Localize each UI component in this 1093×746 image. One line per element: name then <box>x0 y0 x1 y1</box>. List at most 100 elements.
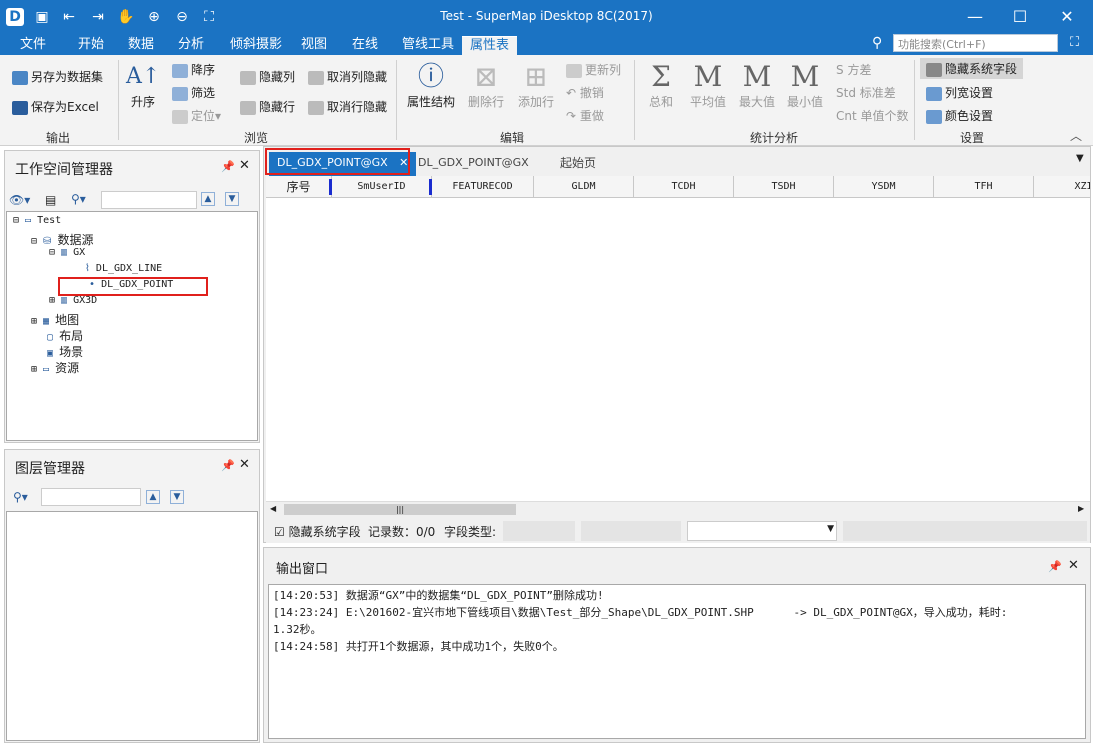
maximize-button[interactable]: ☐ <box>1005 6 1035 28</box>
tree-node-datasources[interactable]: ⊟ ⛁ 数据源 <box>31 231 93 248</box>
output-log: [14:20:53] 数据源“GX”中的数据集“DL_GDX_POINT”删除成… <box>268 584 1086 739</box>
tree-node-workspace[interactable]: ⊟ ▭ Test <box>13 215 61 226</box>
sigma-icon: Σ <box>651 60 671 93</box>
unhide-column-button[interactable]: 取消列隐藏 <box>308 68 387 85</box>
column-header[interactable]: TCDH <box>634 176 734 197</box>
sort-desc-button[interactable]: 降序 <box>172 61 215 78</box>
min-icon: M <box>790 60 820 93</box>
locate-button[interactable]: 定位▾ <box>172 107 221 124</box>
highlight-box <box>265 148 410 175</box>
status-cell <box>581 521 681 541</box>
tab-online[interactable]: 在线 <box>344 36 386 55</box>
tab-attribute-table[interactable]: 属性表 <box>462 36 518 55</box>
collapse-ribbon-icon[interactable]: ︿ <box>1070 127 1082 144</box>
arrow-down-icon[interactable]: ▼ <box>170 490 184 504</box>
close-panel-icon[interactable]: ✕ <box>239 457 250 472</box>
line-dataset-icon: ⌇ <box>85 263 90 274</box>
hide-column-button[interactable]: 隐藏列 <box>240 68 295 85</box>
pin-icon[interactable]: 📌 <box>221 459 235 472</box>
close-panel-icon[interactable]: ✕ <box>239 158 250 173</box>
function-search-input[interactable]: 功能搜索(Ctrl+F) <box>893 34 1058 52</box>
column-header[interactable]: SmUserID <box>332 176 432 197</box>
max-icon: M <box>742 60 772 93</box>
arrow-down-icon[interactable]: ▼ <box>225 192 239 206</box>
column-header[interactable]: GLDM <box>534 176 634 197</box>
hide-system-fields-checkbox[interactable]: ☑ 隐藏系统字段 <box>274 523 361 540</box>
delete-row-button[interactable]: ⊠ 删除行 <box>464 61 508 110</box>
locate-icon <box>172 109 188 124</box>
variance-button[interactable]: S 方差 <box>836 61 871 78</box>
add-row-button[interactable]: ⊞ 添加行 <box>514 61 558 110</box>
redo-button[interactable]: ↷ 重做 <box>566 107 604 124</box>
search-dropdown-icon[interactable]: ⚲▾ <box>71 192 86 206</box>
scroll-left-icon[interactable]: ◀ <box>270 504 276 513</box>
color-settings-button[interactable]: 颜色设置 <box>926 107 993 124</box>
column-header[interactable]: 序号 <box>266 176 332 197</box>
minimize-button[interactable]: — <box>960 6 990 28</box>
save-as-excel-button[interactable]: 保存为Excel <box>12 98 99 115</box>
tree-node-resources[interactable]: ⊞ ▭ 资源 <box>31 359 79 376</box>
pin-icon[interactable]: 📌 <box>1048 560 1062 573</box>
min-button[interactable]: M 最小值 <box>784 61 826 110</box>
unhide-row-button[interactable]: 取消行隐藏 <box>308 98 387 115</box>
sum-button[interactable]: Σ 总和 <box>642 61 680 110</box>
pin-icon[interactable]: 📌 <box>221 160 235 173</box>
tab-view[interactable]: 视图 <box>293 36 335 55</box>
color-icon <box>926 109 942 124</box>
tree-node-gx3d[interactable]: ⊞ ▥ GX3D <box>49 295 97 306</box>
column-header[interactable]: TFH <box>934 176 1034 197</box>
doc-tab-2[interactable]: DL_GDX_POINT@GX <box>410 152 537 176</box>
horizontal-scrollbar[interactable]: ◀ ||| ▶ <box>266 501 1090 517</box>
tree-node-scenes[interactable]: ▣ 场景 <box>47 343 83 360</box>
ribbon: 另存为数据集 保存为Excel 输出 A↑ 升序 降序 筛选 定位▾ 隐藏列 取消… <box>0 55 1093 146</box>
max-button[interactable]: M 最大值 <box>736 61 778 110</box>
tab-data[interactable]: 数据 <box>120 36 162 55</box>
column-header[interactable]: XZI <box>1034 176 1090 197</box>
document-icon[interactable]: ▤ <box>45 193 56 207</box>
tree-node-layouts[interactable]: ▢ 布局 <box>47 327 83 344</box>
arrow-up-icon[interactable]: ▲ <box>146 490 160 504</box>
scroll-right-icon[interactable]: ▶ <box>1078 504 1084 513</box>
hide-row-icon <box>240 100 256 115</box>
dropdown-arrow-icon[interactable]: ▼ <box>827 524 834 534</box>
tree-node-gx[interactable]: ⊟ ▥ GX <box>49 247 85 258</box>
average-button[interactable]: M 平均值 <box>686 61 730 110</box>
datasource-icon: ▥ <box>61 295 68 306</box>
doc-tab-start[interactable]: 起始页 <box>552 152 604 176</box>
arrow-up-icon[interactable]: ▲ <box>201 192 215 206</box>
tab-file[interactable]: 文件 <box>12 36 54 55</box>
status-dropdown[interactable]: ▼ <box>687 521 837 541</box>
column-header[interactable]: YSDM <box>834 176 934 197</box>
tree-node-line-dataset[interactable]: ⌇ DL_GDX_LINE <box>85 263 162 274</box>
column-header[interactable]: TSDH <box>734 176 834 197</box>
stddev-button[interactable]: Std 标准差 <box>836 84 896 101</box>
tab-pipeline[interactable]: 管线工具 <box>394 36 462 55</box>
expand-icon[interactable]: ⛶ <box>1070 35 1079 50</box>
attribute-structure-button[interactable]: ⓘ 属性结构 <box>406 61 456 110</box>
tab-oblique[interactable]: 倾斜摄影 <box>222 36 290 55</box>
undo-button[interactable]: ↶ 撤销 <box>566 84 604 101</box>
tree-search-input[interactable] <box>101 191 197 209</box>
tab-analysis[interactable]: 分析 <box>170 36 212 55</box>
close-button[interactable]: ✕ <box>1052 6 1082 28</box>
column-header[interactable]: FEATURECOD <box>432 176 534 197</box>
tree-node-maps[interactable]: ⊞ ▦ 地图 <box>31 311 79 328</box>
grid-body[interactable] <box>266 198 1090 501</box>
layer-search-input[interactable] <box>41 488 141 506</box>
tab-list-dropdown-icon[interactable]: ▼ <box>1076 153 1084 164</box>
unique-count-button[interactable]: Cnt 单值个数 <box>836 107 909 124</box>
scrollbar-thumb[interactable]: ||| <box>284 504 516 515</box>
close-panel-icon[interactable]: ✕ <box>1068 558 1079 573</box>
column-width-button[interactable]: 列宽设置 <box>926 84 993 101</box>
save-as-dataset-button[interactable]: 另存为数据集 <box>12 68 103 85</box>
hide-system-fields-button[interactable]: 隐藏系统字段 <box>920 58 1024 79</box>
unhide-column-icon <box>308 70 324 85</box>
search-dropdown-icon[interactable]: ⚲▾ <box>13 490 28 504</box>
filter-button[interactable]: 筛选 <box>172 84 215 101</box>
eye-icon[interactable]: 👁▾ <box>9 193 30 207</box>
tab-home[interactable]: 开始 <box>70 36 112 55</box>
update-column-button[interactable]: 更新列 <box>566 61 621 78</box>
record-count: 记录数：0/0 <box>368 525 436 539</box>
sort-asc-button[interactable]: A↑ 升序 <box>126 61 160 110</box>
hide-row-button[interactable]: 隐藏行 <box>240 98 295 115</box>
